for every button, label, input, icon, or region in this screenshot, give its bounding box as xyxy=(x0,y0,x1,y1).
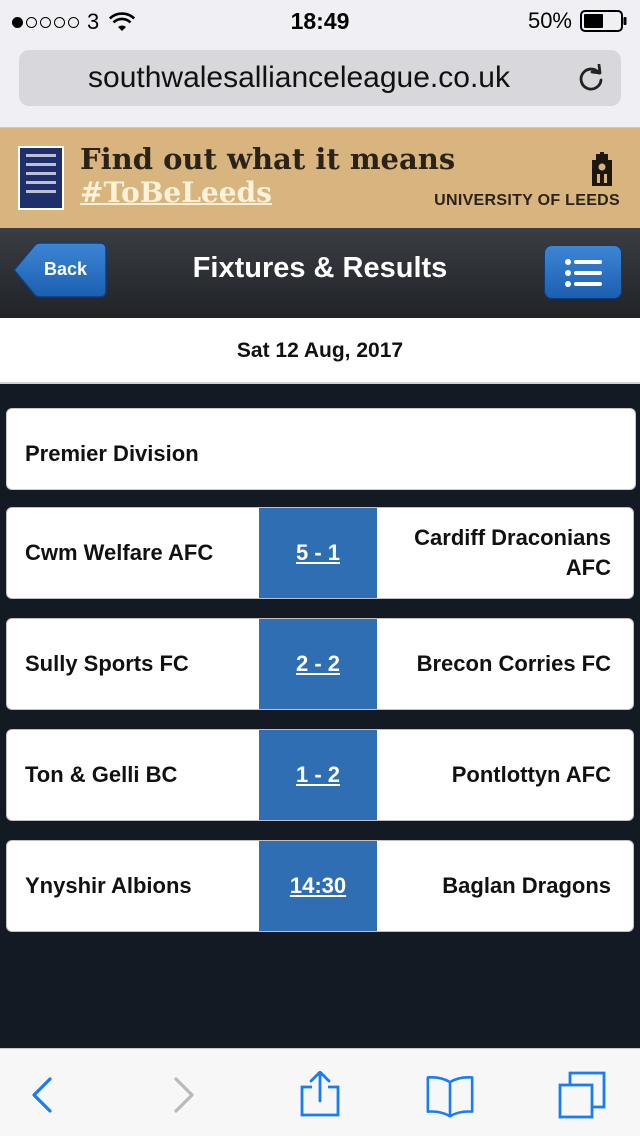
date-bar: Sat 12 Aug, 2017 xyxy=(0,318,640,384)
fixture-row: Sully Sports FC 2 - 2 Brecon Corries FC xyxy=(6,618,634,710)
ad-university-name: UNIVERSITY OF LEEDS xyxy=(434,192,620,209)
home-team: Sully Sports FC xyxy=(25,651,189,676)
score-link[interactable]: 5 - 1 xyxy=(296,540,340,566)
university-tower-icon xyxy=(592,152,612,186)
fixture-row: Ynyshir Albions 14:30 Baglan Dragons xyxy=(6,840,634,932)
fixture-row: Cwm Welfare AFC 5 - 1 Cardiff Draconians… xyxy=(6,507,634,599)
score-cell: 1 - 2 xyxy=(259,730,377,820)
away-team: Pontlottyn AFC xyxy=(451,762,611,787)
browser-address-bar: southwalesallianceleague.co.uk xyxy=(0,40,640,128)
score-link[interactable]: 1 - 2 xyxy=(296,762,340,788)
ad-banner[interactable]: Find out what it means #ToBeLeeds UNIVER… xyxy=(0,128,640,228)
home-team: Cwm Welfare AFC xyxy=(25,540,214,565)
browser-toolbar xyxy=(0,1048,640,1136)
list-menu-icon xyxy=(565,259,602,287)
away-team: Baglan Dragons xyxy=(442,873,611,898)
division-title: Premier Division xyxy=(25,441,199,466)
battery-percent: 50% xyxy=(527,8,572,33)
score-cell: 2 - 2 xyxy=(259,619,377,709)
score-link[interactable]: 2 - 2 xyxy=(296,651,340,677)
fixture-date: Sat 12 Aug, 2017 xyxy=(236,339,404,362)
status-bar: 3 18:49 50% xyxy=(0,0,640,40)
home-team: Ynyshir Albions xyxy=(25,873,192,898)
division-header: Premier Division xyxy=(6,408,636,490)
app-header: Back Fixtures & Results xyxy=(0,228,640,318)
reload-icon[interactable] xyxy=(577,64,605,92)
url-text[interactable]: southwalesallianceleague.co.uk xyxy=(19,61,579,95)
kickoff-link[interactable]: 14:30 xyxy=(290,873,346,899)
ad-logo xyxy=(18,146,64,210)
bookmarks-icon[interactable] xyxy=(426,1071,474,1119)
battery-group: 50% xyxy=(528,8,628,34)
away-team: Cardiff Draconians AFC xyxy=(414,525,611,580)
ad-hashtag: #ToBeLeeds xyxy=(80,176,272,209)
ad-headline: Find out what it means xyxy=(80,142,456,176)
menu-button[interactable] xyxy=(544,245,622,299)
back-arrow-icon[interactable] xyxy=(20,1071,68,1119)
battery-icon xyxy=(580,10,627,32)
forward-arrow-icon[interactable] xyxy=(158,1071,206,1119)
url-field[interactable]: southwalesallianceleague.co.uk xyxy=(19,50,621,106)
share-icon[interactable] xyxy=(296,1071,344,1119)
tabs-icon[interactable] xyxy=(558,1071,606,1119)
fixture-row: Ton & Gelli BC 1 - 2 Pontlottyn AFC xyxy=(6,729,634,821)
kickoff-cell: 14:30 xyxy=(259,841,377,931)
home-team: Ton & Gelli BC xyxy=(25,762,178,787)
score-cell: 5 - 1 xyxy=(259,508,377,598)
away-team: Brecon Corries FC xyxy=(416,651,611,676)
